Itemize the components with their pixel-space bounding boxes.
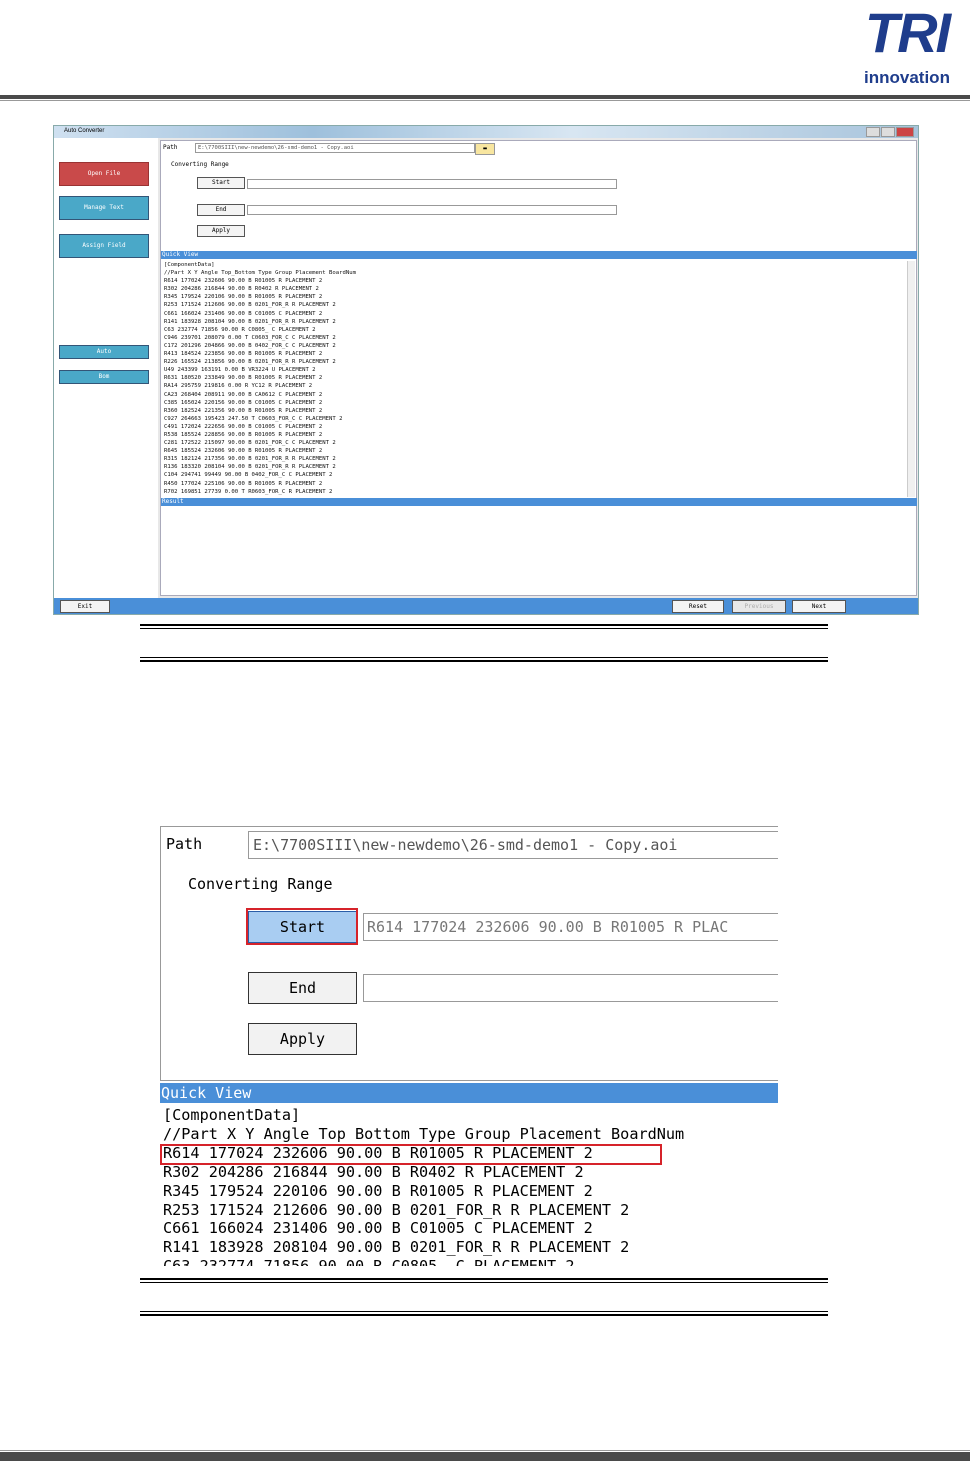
quick-view-line: C63 232774 71856 90.00 R C0805_ C PLACEM… bbox=[163, 1257, 684, 1266]
quick-view-line: [ComponentData] bbox=[163, 1106, 301, 1124]
quick-view-line: U49 243399 163191 0.00 B VR3224 U PLACEM… bbox=[164, 367, 316, 374]
logo-tagline: innovation bbox=[864, 68, 950, 87]
quick-view-line: C281 172522 215097 90.00 B 0201_FOR_C C … bbox=[164, 440, 336, 447]
quick-view-line: R538 185524 228856 90.00 B R01005 R PLAC… bbox=[164, 431, 323, 438]
footer-rule bbox=[0, 1452, 970, 1461]
quick-view-line: R136 183320 208104 90.00 B 0201_FOR_R R … bbox=[164, 464, 336, 471]
quick-view-line: C63 232774 71856 90.00 R C0805_ C PLACEM… bbox=[164, 326, 316, 333]
quick-view-header: Quick View bbox=[161, 251, 917, 259]
quick-view-line: R614 177024 232606 90.00 B R01005 R PLAC… bbox=[164, 278, 323, 285]
result-header: Result bbox=[161, 498, 917, 506]
quick-view-line: C172 201296 204866 90.00 B 0402_FOR_C C … bbox=[164, 342, 336, 349]
quick-view-line: R345 179524 220106 90.00 B R01005 R PLAC… bbox=[164, 294, 323, 301]
quick-view-content[interactable]: [ComponentData] //Part X Y Angle Top_Bott… bbox=[164, 261, 904, 496]
zoom-start-field[interactable]: R614 177024 232606 90.00 B R01005 R PLAC bbox=[363, 913, 778, 941]
quick-view-line: R413 184524 223856 90.00 B R01005 R PLAC… bbox=[164, 351, 323, 358]
quick-view-line: R141 183928 208104 90.00 B 0201_FOR_R R … bbox=[164, 318, 336, 325]
zoom-range-panel: Path E:\7700SIII\new-newdemo\26-smd-demo… bbox=[160, 826, 778, 1081]
logo-wordmark: TRI bbox=[864, 1, 951, 64]
bottom-bar: Exit Reset Previous Next bbox=[54, 598, 918, 614]
quick-view-line: R302 204286 216844 90.00 B R0402 R PLACE… bbox=[164, 286, 319, 293]
quick-view-line: R345 179524 220106 90.00 B R01005 R PLAC… bbox=[163, 1181, 593, 1200]
figure-rule bbox=[140, 1314, 828, 1316]
start-button[interactable]: Start bbox=[197, 177, 245, 189]
quick-view-line: C946 239701 208079 0.00 T C0603_FOR_C C … bbox=[164, 334, 336, 341]
app-window-screenshot: Auto Converter Open File Manage Text Ass… bbox=[53, 125, 919, 615]
window-titlebar: Auto Converter bbox=[54, 126, 918, 138]
quick-view-line: R645 185524 232606 90.00 B R01005 R PLAC… bbox=[164, 448, 323, 455]
zoomed-screenshot: Path E:\7700SIII\new-newdemo\26-smd-demo… bbox=[160, 826, 778, 1266]
quick-view-line: RA14 295759 219816 0.00 R YC12 R PLACEME… bbox=[164, 383, 313, 390]
start-highlight-box bbox=[246, 908, 358, 945]
figure-rule-thin bbox=[140, 628, 828, 629]
main-panel: Path E:\7700SIII\new-newdemo\26-smd-demo… bbox=[160, 140, 917, 596]
quick-view-line: C927 264663 195423 247.50 T C0603_FOR_C … bbox=[164, 415, 343, 422]
zoom-path-label: Path bbox=[166, 835, 203, 853]
figure-rule-thin bbox=[140, 657, 828, 658]
quick-view-line: R253 171524 212606 90.00 B 0201_FOR_R R … bbox=[163, 1200, 630, 1219]
quick-view-line: R360 182524 221356 90.00 B R01005 R PLAC… bbox=[164, 407, 323, 414]
end-field[interactable] bbox=[247, 205, 617, 215]
start-field[interactable] bbox=[247, 179, 617, 189]
reset-button[interactable]: Reset bbox=[672, 600, 724, 613]
maximize-icon[interactable] bbox=[881, 127, 895, 137]
quick-view-line: [ComponentData] bbox=[164, 262, 215, 268]
end-button[interactable]: End bbox=[197, 204, 245, 216]
window-controls bbox=[865, 127, 914, 139]
close-icon[interactable] bbox=[896, 127, 914, 137]
quick-view-line: R302 204286 216844 90.00 B R0402 R PLACE… bbox=[163, 1162, 584, 1181]
quick-view-line: C661 166024 231406 90.00 B C01005 C PLAC… bbox=[164, 310, 323, 317]
header-rule bbox=[0, 95, 970, 99]
quick-view-line: R702 169851 27739 0.00 T R0603_FOR_C R P… bbox=[164, 488, 333, 495]
figure-rule-thin bbox=[140, 1282, 828, 1283]
manage-text-button[interactable]: Manage Text bbox=[59, 196, 149, 220]
zoom-quick-view-content[interactable]: [ComponentData]//Part X Y Angle Top Bott… bbox=[163, 1106, 684, 1266]
header-rule-thin bbox=[0, 100, 970, 101]
tri-logo: TRI innovation bbox=[848, 4, 966, 90]
exit-button[interactable]: Exit bbox=[60, 600, 110, 613]
row-highlight-box bbox=[160, 1144, 662, 1165]
zoom-apply-button[interactable]: Apply bbox=[248, 1023, 357, 1055]
quick-view-line: R226 165524 213856 90.00 B 0201_FOR_R R … bbox=[164, 359, 336, 366]
quick-view-line: C661 166024 231406 90.00 B C01005 C PLAC… bbox=[163, 1219, 593, 1238]
quick-view-line: C491 172024 222656 90.00 B C01005 C PLAC… bbox=[164, 423, 323, 430]
open-file-button[interactable]: Open File bbox=[59, 162, 149, 186]
zoom-end-field[interactable] bbox=[363, 974, 778, 1002]
window-title: Auto Converter bbox=[64, 128, 105, 134]
converting-range-label: Converting Range bbox=[171, 161, 229, 168]
apply-button[interactable]: Apply bbox=[197, 225, 245, 237]
quick-view-scrollbar[interactable] bbox=[907, 261, 915, 497]
zoom-quick-view-header: Quick View bbox=[160, 1083, 778, 1103]
figure-rule-thin bbox=[140, 1311, 828, 1312]
folder-icon[interactable]: ▬ bbox=[475, 143, 495, 155]
quick-view-line: R631 180520 233849 90.00 B R01005 R PLAC… bbox=[164, 375, 323, 382]
footer-rule-thin bbox=[0, 1450, 970, 1451]
figure-rule bbox=[140, 1278, 828, 1280]
path-input[interactable]: E:\7700SIII\new-newdemo\26-smd-demo1 - C… bbox=[195, 143, 475, 153]
figure-rule bbox=[140, 660, 828, 662]
next-button[interactable]: Next bbox=[792, 600, 846, 613]
figure-rule bbox=[140, 624, 828, 626]
zoom-path-input[interactable]: E:\7700SIII\new-newdemo\26-smd-demo1 - C… bbox=[248, 831, 778, 859]
quick-view-line: C385 165024 220156 90.00 B C01005 C PLAC… bbox=[164, 399, 323, 406]
path-label: Path bbox=[163, 144, 178, 151]
zoom-converting-range-label: Converting Range bbox=[188, 875, 333, 893]
quick-view-line: R141 183928 208104 90.00 B 0201_FOR_R R … bbox=[163, 1238, 630, 1257]
minimize-icon[interactable] bbox=[866, 127, 880, 137]
quick-view-line: R315 182124 217356 90.00 B 0201_FOR_R R … bbox=[164, 456, 336, 463]
bom-button[interactable]: Bom bbox=[59, 370, 149, 384]
quick-view-line: R253 171524 212606 90.00 B 0201_FOR_R R … bbox=[164, 302, 336, 309]
assign-field-button[interactable]: Assign Field bbox=[59, 234, 149, 258]
quick-view-line: //Part X Y Angle Top_Bottom Type Group P… bbox=[164, 270, 356, 277]
quick-view-line: //Part X Y Angle Top Bottom Type Group P… bbox=[163, 1124, 685, 1143]
quick-view-line: CA23 268404 208911 90.00 B CA0612 C PLAC… bbox=[164, 391, 323, 398]
previous-button[interactable]: Previous bbox=[732, 600, 786, 613]
quick-view-line: R450 177024 225106 90.00 B R01005 R PLAC… bbox=[164, 480, 323, 487]
zoom-end-button[interactable]: End bbox=[248, 972, 357, 1004]
auto-button[interactable]: Auto bbox=[59, 345, 149, 359]
quick-view-line: C104 294741 99449 90.00 B 0402_FOR_C C P… bbox=[164, 472, 333, 479]
sidebar: Open File Manage Text Assign Field Auto … bbox=[54, 138, 158, 598]
